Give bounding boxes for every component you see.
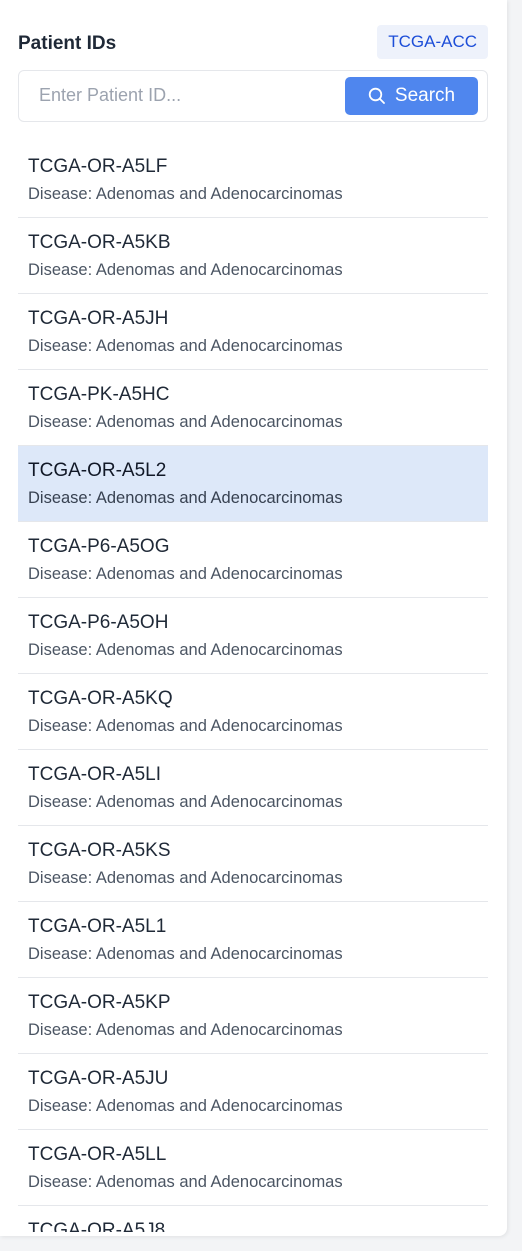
project-badge: TCGA-ACC: [377, 25, 488, 59]
patient-disease: Disease: Adenomas and Adenocarcinomas: [28, 945, 343, 963]
list-item[interactable]: TCGA-OR-A5L2 Disease: Adenomas and Adenoc…: [18, 446, 488, 522]
patient-disease: Disease: Adenomas and Adenocarcinomas: [28, 641, 343, 659]
list-item[interactable]: TCGA-OR-A5KS Disease: Adenomas and Adenoc…: [18, 826, 488, 902]
patient-id: TCGA-OR-A5KQ: [28, 688, 173, 709]
patient-disease: Disease: Adenomas and Adenocarcinomas: [28, 1173, 343, 1191]
patient-ids-panel: Patient IDs TCGA-ACC Search TCGA-OR-A5LF…: [0, 0, 507, 1236]
list-item[interactable]: TCGA-OR-A5KP Disease: Adenomas and Adenoc…: [18, 978, 488, 1054]
patient-id: TCGA-OR-A5JU: [28, 1068, 169, 1089]
patient-list: TCGA-OR-A5LF Disease: Adenomas and Adenoc…: [18, 142, 488, 1232]
patient-disease: Disease: Adenomas and Adenocarcinomas: [28, 261, 343, 279]
list-item[interactable]: TCGA-OR-A5LL Disease: Adenomas and Adenoc…: [18, 1130, 488, 1206]
patient-id: TCGA-OR-A5LF: [28, 156, 168, 177]
patient-id: TCGA-OR-A5KP: [28, 992, 171, 1013]
list-item[interactable]: TCGA-P6-A5OG Disease: Adenomas and Adenoc…: [18, 522, 488, 598]
panel-header: Patient IDs TCGA-ACC: [18, 24, 488, 62]
patient-disease: Disease: Adenomas and Adenocarcinomas: [28, 413, 343, 431]
patient-id: TCGA-PK-A5HC: [28, 384, 170, 405]
list-item[interactable]: TCGA-OR-A5LI Disease: Adenomas and Adenoc…: [18, 750, 488, 826]
search-button[interactable]: Search: [345, 77, 478, 115]
list-item[interactable]: TCGA-PK-A5HC Disease: Adenomas and Adenoc…: [18, 370, 488, 446]
list-item[interactable]: TCGA-P6-A5OH Disease: Adenomas and Adenoc…: [18, 598, 488, 674]
patient-id: TCGA-OR-A5LL: [28, 1144, 167, 1165]
patient-id: TCGA-OR-A5L1: [28, 916, 167, 937]
list-item[interactable]: TCGA-OR-A5JU Disease: Adenomas and Adenoc…: [18, 1054, 488, 1130]
patient-id: TCGA-P6-A5OH: [28, 612, 169, 633]
search-icon: [368, 87, 386, 105]
patient-disease: Disease: Adenomas and Adenocarcinomas: [28, 337, 343, 355]
panel-title: Patient IDs: [18, 33, 117, 54]
patient-disease: Disease: Adenomas and Adenocarcinomas: [28, 185, 343, 203]
patient-id: TCGA-OR-A5KB: [28, 232, 171, 253]
patient-id: TCGA-OR-A5L2: [28, 460, 167, 481]
patient-disease: Disease: Adenomas and Adenocarcinomas: [28, 565, 343, 583]
patient-disease: Disease: Adenomas and Adenocarcinomas: [28, 489, 343, 507]
patient-disease: Disease: Adenomas and Adenocarcinomas: [28, 717, 343, 735]
patient-id: TCGA-OR-A5J8: [28, 1220, 166, 1232]
list-item[interactable]: TCGA-OR-A5KQ Disease: Adenomas and Adenoc…: [18, 674, 488, 750]
search-bar: Search: [18, 70, 488, 122]
patient-disease: Disease: Adenomas and Adenocarcinomas: [28, 1021, 343, 1039]
search-button-label: Search: [394, 85, 456, 106]
patient-id: TCGA-OR-A5LI: [28, 764, 162, 785]
patient-id: TCGA-P6-A5OG: [28, 536, 170, 557]
list-item[interactable]: TCGA-OR-A5J8Disease: Adenomas and Adenoc…: [18, 1206, 488, 1232]
list-item[interactable]: TCGA-OR-A5L1 Disease: Adenomas and Adenoc…: [18, 902, 488, 978]
patient-id-input[interactable]: [21, 73, 339, 117]
list-item[interactable]: TCGA-OR-A5KB Disease: Adenomas and Adenoc…: [18, 218, 488, 294]
patient-id: TCGA-OR-A5JH: [28, 308, 169, 329]
patient-disease: Disease: Adenomas and Adenocarcinomas: [28, 793, 343, 811]
list-item[interactable]: TCGA-OR-A5JH Disease: Adenomas and Adenoc…: [18, 294, 488, 370]
patient-disease: Disease: Adenomas and Adenocarcinomas: [28, 1097, 343, 1115]
list-item[interactable]: TCGA-OR-A5LF Disease: Adenomas and Adenoc…: [18, 142, 488, 218]
patient-disease: Disease: Adenomas and Adenocarcinomas: [28, 869, 343, 887]
patient-id: TCGA-OR-A5KS: [28, 840, 171, 861]
